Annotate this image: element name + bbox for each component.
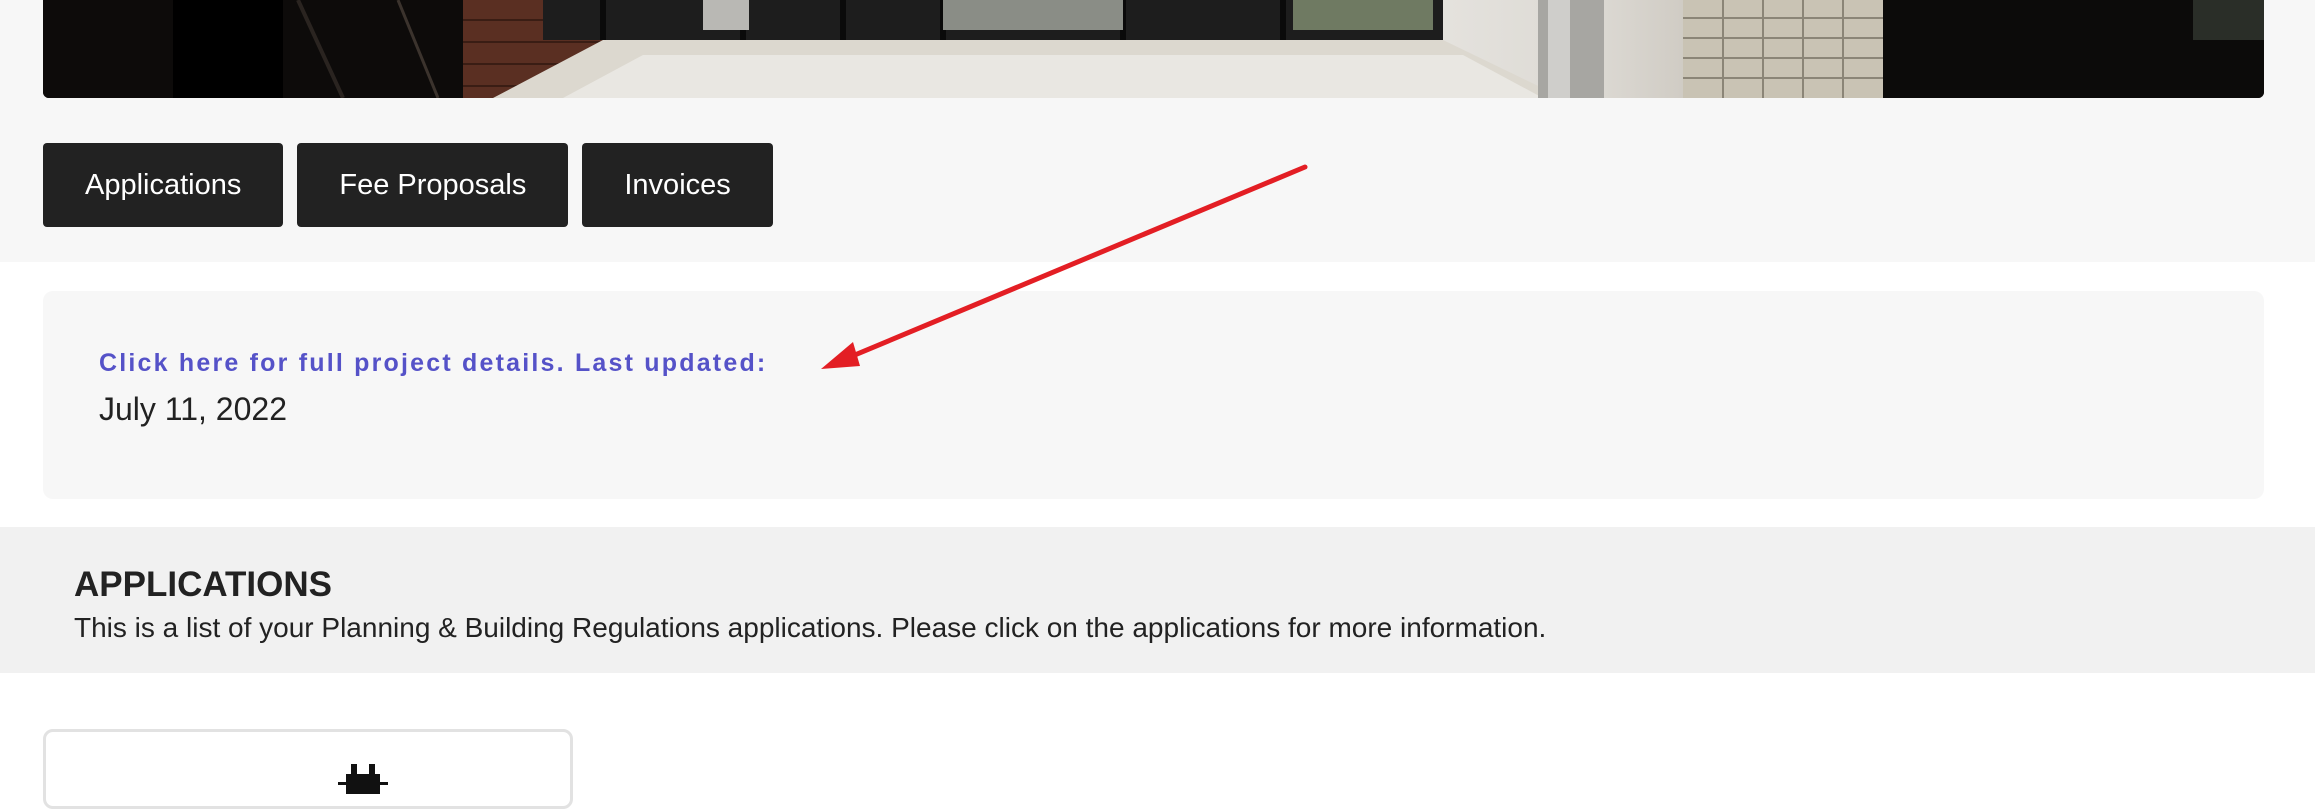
tab-fee-proposals[interactable]: Fee Proposals — [297, 143, 569, 227]
project-details-card: Click here for full project details. Las… — [43, 291, 2264, 499]
last-updated-date: July 11, 2022 — [99, 391, 287, 427]
applications-header-band: APPLICATIONS This is a list of your Plan… — [0, 527, 2315, 673]
tab-invoices[interactable]: Invoices — [582, 143, 773, 227]
hero-image — [43, 0, 2264, 98]
applications-description: This is a list of your Planning & Buildi… — [74, 612, 1547, 643]
section-tabs: Applications Fee Proposals Invoices — [43, 143, 773, 227]
application-card[interactable] — [43, 729, 573, 809]
project-details-link[interactable]: Click here for full project details. Las… — [99, 349, 767, 378]
top-band: Applications Fee Proposals Invoices — [0, 0, 2315, 262]
hero-photo-graphic — [43, 0, 2264, 98]
tab-applications[interactable]: Applications — [43, 143, 284, 227]
applications-heading: APPLICATIONS — [74, 565, 332, 604]
building-icon — [338, 764, 388, 799]
